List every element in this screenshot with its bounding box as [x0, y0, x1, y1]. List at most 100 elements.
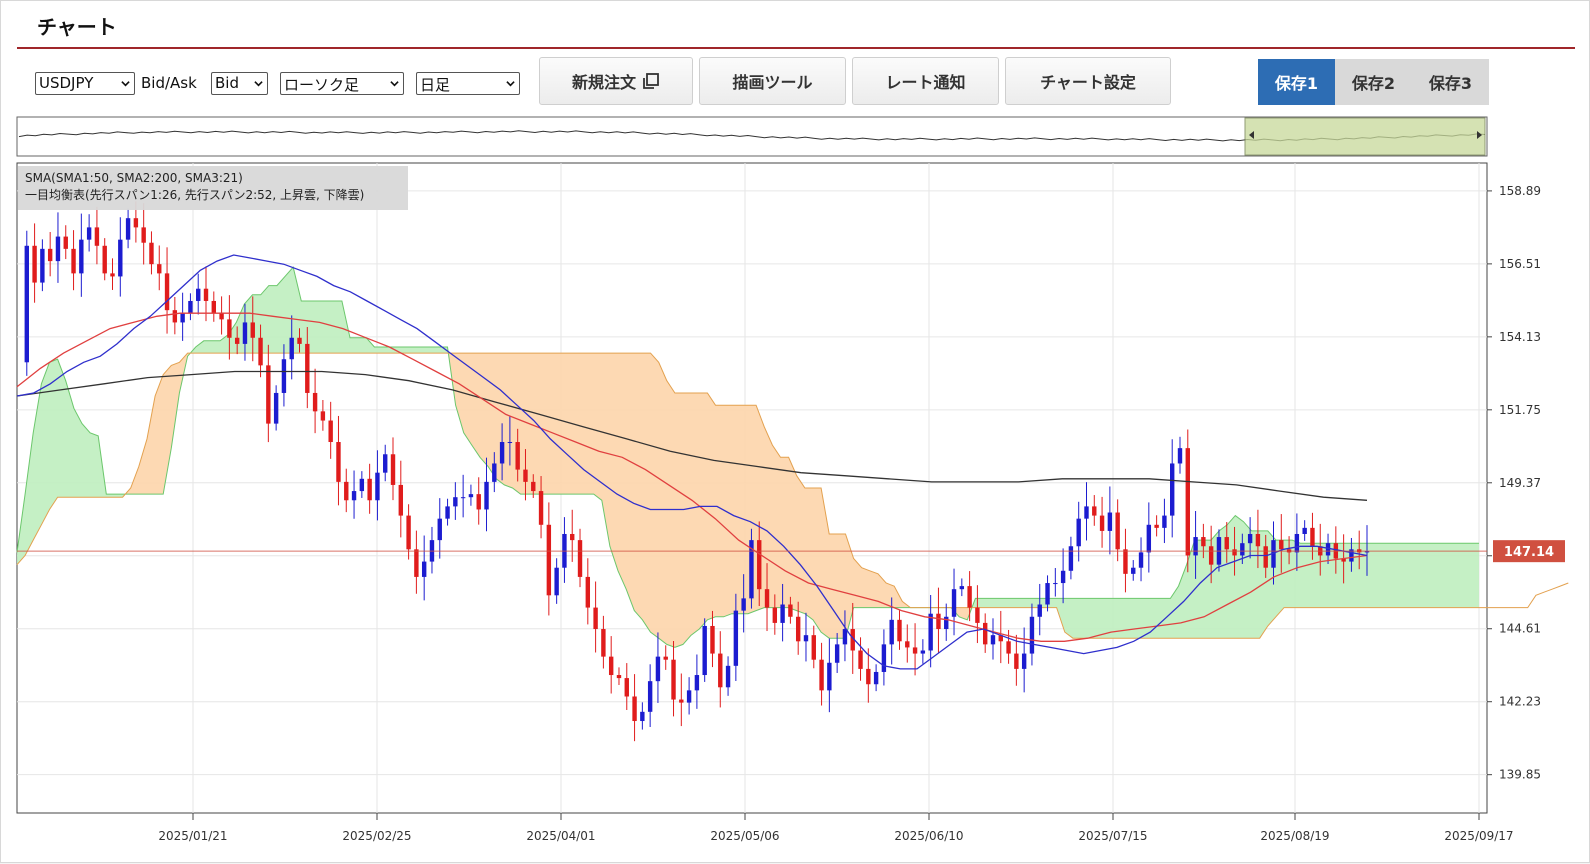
candle-down: [811, 635, 816, 660]
candle-down: [663, 656, 668, 660]
candle-up: [1021, 653, 1027, 669]
candle-down: [141, 227, 146, 243]
candle-up: [421, 561, 427, 577]
chart-canvas[interactable]: 158.89 156.51 154.13 151.75 149.37 144.61 142.…: [1, 1, 1590, 864]
candle-up: [834, 644, 840, 663]
candle-up: [990, 635, 996, 645]
candle-up: [445, 506, 450, 519]
candle-up: [1146, 524, 1152, 553]
candle-down: [570, 533, 575, 541]
candle-down: [1310, 527, 1315, 547]
candle-down: [297, 337, 302, 344]
candle-down: [585, 576, 591, 608]
candle-down: [1115, 512, 1120, 550]
candle-down: [679, 699, 684, 703]
candle-down: [757, 540, 762, 590]
candle-down: [390, 454, 396, 485]
candle-up: [351, 491, 357, 501]
y-tick-label: 149.37: [1499, 476, 1541, 490]
candle-down: [336, 442, 341, 482]
candle-down: [897, 619, 902, 642]
x-tick-label: 2025/09/17: [1444, 829, 1513, 843]
candle-up: [741, 598, 746, 611]
candle-down: [772, 607, 778, 623]
candle-up: [694, 675, 700, 691]
x-tick-label: 2025/02/25: [342, 829, 411, 843]
y-tick-label: 156.51: [1499, 257, 1541, 271]
candle-up: [1170, 463, 1175, 516]
candle-up: [1037, 604, 1042, 617]
legend-entry: 一目均衡表(先行スパン1:26, 先行スパン2:52, 上昇雲, 下降雲): [25, 188, 364, 202]
candle-down: [1279, 540, 1284, 550]
candle-up: [1193, 537, 1198, 556]
candle-down: [406, 515, 411, 550]
candle-up: [702, 625, 707, 676]
candle-down: [523, 469, 528, 482]
candle-down: [1006, 641, 1011, 654]
candle-down: [320, 411, 326, 421]
candle-up: [827, 662, 832, 691]
price-plot[interactable]: 158.89 156.51 154.13 151.75 149.37 144.61 142.…: [16, 162, 1569, 843]
candle-down: [1208, 546, 1214, 565]
candle-down: [577, 540, 583, 577]
candle-down: [164, 273, 170, 311]
candle-up: [242, 322, 248, 344]
candle-up: [889, 619, 894, 645]
candle-up: [1084, 506, 1089, 519]
candle-up: [289, 337, 294, 360]
x-tick-label: 2025/08/19: [1260, 829, 1329, 843]
overview-navigator[interactable]: [16, 116, 1488, 157]
candle-up: [725, 665, 731, 688]
candle-up: [281, 359, 287, 393]
candle-up: [951, 589, 957, 617]
candle-up: [359, 478, 365, 492]
candle-down: [601, 629, 606, 657]
y-tick-label: 139.85: [1499, 768, 1541, 782]
candle-down: [764, 589, 770, 608]
candle-down: [94, 227, 100, 246]
candle-up: [873, 671, 879, 685]
candle-up: [920, 650, 926, 654]
candle-up: [1247, 533, 1253, 544]
candle-up: [1107, 512, 1113, 531]
x-tick-label: 2025/01/21: [158, 829, 227, 843]
candle-down: [710, 625, 715, 654]
candle-down: [624, 678, 629, 697]
candle-up: [125, 218, 131, 240]
candle-down: [312, 392, 318, 412]
candle-up: [1325, 543, 1331, 556]
x-tick-label: 2025/07/15: [1078, 829, 1147, 843]
candle-up: [437, 518, 442, 541]
candle-down: [1185, 448, 1190, 556]
candle-down: [227, 319, 232, 338]
x-tick-label: 2025/05/06: [710, 829, 779, 843]
candle-up: [1068, 546, 1074, 571]
candle-down: [133, 218, 139, 228]
candle-down: [593, 607, 598, 630]
candle-up: [196, 288, 201, 301]
candle-down: [414, 549, 419, 577]
candle-up: [1162, 515, 1167, 528]
candle-up: [40, 248, 45, 283]
candle-down: [819, 659, 824, 691]
candle-up: [1053, 583, 1058, 585]
candle-up: [1177, 448, 1183, 464]
candle-down: [671, 659, 676, 700]
candle-down: [63, 236, 68, 249]
y-tick-label: 151.75: [1499, 403, 1541, 417]
x-tick-label: 2025/06/10: [894, 829, 963, 843]
candle-up: [881, 644, 887, 672]
candle-up: [24, 245, 29, 363]
candle-up: [273, 392, 279, 424]
candle-down: [476, 494, 481, 510]
candle-down: [515, 442, 520, 470]
overview-window: [1244, 117, 1486, 156]
candle-up: [554, 567, 559, 596]
y-tick-label: 144.61: [1499, 622, 1541, 636]
candle-up: [959, 586, 965, 590]
candle-up: [468, 494, 474, 498]
candle-down: [102, 245, 107, 274]
candle-down: [219, 313, 224, 320]
candle-up: [842, 629, 848, 645]
candle-down: [1154, 524, 1159, 528]
